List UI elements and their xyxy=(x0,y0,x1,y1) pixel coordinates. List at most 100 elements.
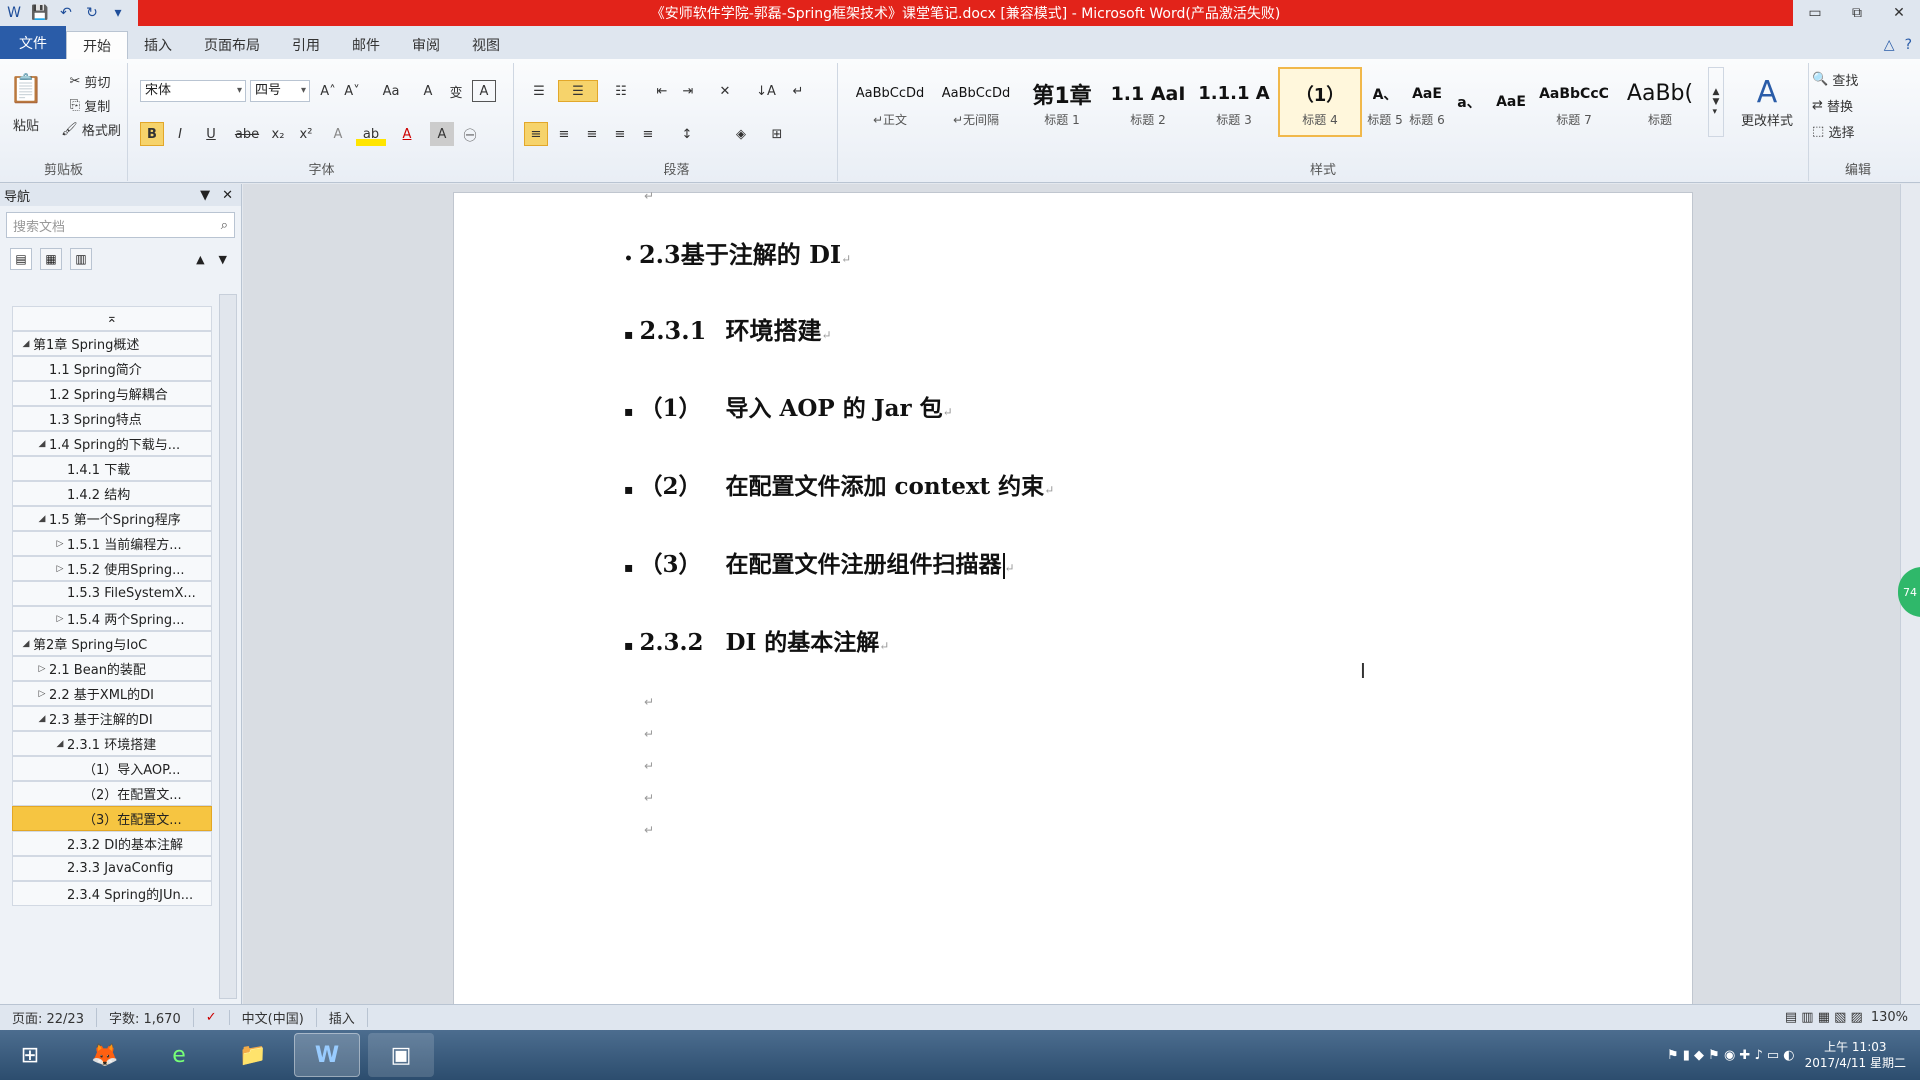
highlight-button[interactable]: ab xyxy=(356,122,386,146)
underline-button[interactable]: U xyxy=(196,122,226,146)
distribute-button[interactable]: ≡ xyxy=(636,122,660,146)
bullets-button[interactable]: ☰ xyxy=(524,80,554,102)
results-view-icon[interactable]: ▥ xyxy=(70,248,92,270)
save-icon[interactable]: 💾 xyxy=(30,3,50,23)
document-heading[interactable]: ▪ 2.3.1 环境搭建↵ xyxy=(624,311,832,346)
expand-icon[interactable]: ▷ xyxy=(35,689,49,699)
style-heading-4[interactable]: （1） 标题 4 xyxy=(1278,67,1362,137)
word-count[interactable]: 字数: 1,670 xyxy=(97,1008,194,1027)
nav-heading-item[interactable]: ◢ 1.4 Spring的下载与... xyxy=(12,431,212,456)
headings-view-icon[interactable]: ▤ xyxy=(10,248,32,270)
word-taskbar-icon[interactable]: W xyxy=(294,1033,360,1077)
style-heading-3[interactable]: 1.1.1 A 标题 3 xyxy=(1192,67,1276,137)
tray-icons[interactable]: ⚑ ▮ ◆ ⚑ ◉ ✚ ♪ ▭ ◐ xyxy=(1667,1048,1795,1063)
find-button[interactable]: 🔍 查找 xyxy=(1812,69,1902,89)
nav-heading-item[interactable]: （3）在配置文... xyxy=(12,806,212,831)
paste-icon[interactable]: 📋 xyxy=(6,69,46,107)
qat-more-icon[interactable]: ▾ xyxy=(108,3,128,23)
document-heading[interactable]: • 2.3基于注解的 DI↵ xyxy=(624,235,851,270)
nav-heading-item[interactable]: ◢ 1.5 第一个Spring程序 xyxy=(12,506,212,531)
start-button[interactable]: ⊞ xyxy=(2,1033,58,1077)
document-heading[interactable]: ▪ （1） 导入 AOP 的 Jar 包↵ xyxy=(624,389,953,423)
style-heading-5[interactable]: A、 标题 5 xyxy=(1364,67,1406,137)
grow-font-button[interactable]: A˄ xyxy=(316,80,340,102)
nav-heading-item[interactable]: ◢ 2.3 基于注解的DI xyxy=(12,706,212,731)
text-effects-button[interactable]: A xyxy=(326,122,350,146)
nav-heading-item[interactable]: 1.4.1 下载 xyxy=(12,456,212,481)
enclose-characters-button[interactable]: ㊀ xyxy=(458,122,482,146)
document-page[interactable]: ↵ • 2.3基于注解的 DI↵ ▪ 2.3.1 环境搭建↵ ▪ （1） 导入 AOP 的 Ja… xyxy=(453,189,1693,1004)
borders-button[interactable]: ⊞ xyxy=(762,122,792,146)
collapse-ribbon-icon[interactable]: △ xyxy=(1884,37,1895,53)
chinese-layout-button[interactable]: ✕ xyxy=(710,80,740,102)
tab-review[interactable]: 审阅 xyxy=(396,31,456,59)
italic-button[interactable]: I xyxy=(168,122,192,146)
document-heading[interactable]: ▪ （2） 在配置文件添加 context 约束↵ xyxy=(624,467,1054,501)
font-color-button[interactable]: A xyxy=(392,122,422,146)
bold-button[interactable]: B xyxy=(140,122,164,146)
nav-heading-item[interactable]: 1.2 Spring与解耦合 xyxy=(12,381,212,406)
nav-heading-item[interactable]: ◢ 第1章 Spring概述 xyxy=(12,331,212,356)
style-heading-7[interactable]: AaBbCcC 标题 7 xyxy=(1532,67,1616,137)
style-heading-1[interactable]: 第1章 标题 1 xyxy=(1020,67,1104,137)
style-aae[interactable]: AaE xyxy=(1490,67,1532,137)
collapse-icon[interactable]: ◢ xyxy=(19,639,33,649)
show-marks-button[interactable]: ↵ xyxy=(786,80,810,102)
nav-heading-item[interactable]: ⌅ xyxy=(12,306,212,331)
nav-dropdown-icon[interactable]: ▼ xyxy=(200,188,210,203)
styles-scroll[interactable]: ▲ ▼ ▾ xyxy=(1708,67,1724,137)
superscript-button[interactable]: x² xyxy=(294,122,318,146)
proofing-icon[interactable]: ✓ xyxy=(194,1010,230,1025)
nav-heading-item[interactable]: 1.5.3 FileSystemX... xyxy=(12,581,212,606)
language-indicator[interactable]: 中文(中国) xyxy=(230,1008,317,1027)
view-buttons[interactable]: ▤ ▥ ▦ ▧ ▨ xyxy=(1785,1010,1863,1025)
document-heading[interactable]: ▪ 2.3.2 DI 的基本注解↵ xyxy=(624,623,889,657)
nav-heading-item[interactable]: 2.3.4 Spring的JUn... xyxy=(12,881,212,906)
tab-file[interactable]: 文件 xyxy=(0,26,66,59)
explorer-app-icon[interactable]: 📁 xyxy=(220,1033,286,1077)
font-size-select[interactable]: 四号 xyxy=(250,80,310,102)
style-no-spacing[interactable]: AaBbCcDd ↵无间隔 xyxy=(934,67,1018,137)
collapse-icon[interactable]: ◢ xyxy=(35,439,49,449)
expand-icon[interactable]: ▷ xyxy=(35,664,49,674)
style-title[interactable]: AaBb(标题 xyxy=(1618,67,1702,137)
nav-heading-item[interactable]: 1.3 Spring特点 xyxy=(12,406,212,431)
line-spacing-button[interactable]: ↕ xyxy=(672,122,702,146)
nav-heading-item[interactable]: ▷ 1.5.2 使用Spring... xyxy=(12,556,212,581)
nav-heading-item[interactable]: （2）在配置文... xyxy=(12,781,212,806)
nav-heading-item[interactable]: ▷ 1.5.4 两个Spring... xyxy=(12,606,212,631)
pages-view-icon[interactable]: ▦ xyxy=(40,248,62,270)
recorder-app-icon[interactable]: ▣ xyxy=(368,1033,434,1077)
style-heading-2[interactable]: 1.1 AaI 标题 2 xyxy=(1106,67,1190,137)
clock[interactable]: 上午 11:03 2017/4/11 星期二 xyxy=(1805,1039,1906,1071)
change-case-button[interactable]: Aa xyxy=(376,80,406,102)
nav-heading-item[interactable]: 1.4.2 结构 xyxy=(12,481,212,506)
collapse-icon[interactable]: ◢ xyxy=(35,714,49,724)
restore-icon[interactable]: ⧉ xyxy=(1836,0,1878,26)
change-styles-button[interactable]: A 更改样式 xyxy=(1730,67,1804,137)
tab-references[interactable]: 引用 xyxy=(276,31,336,59)
redo-icon[interactable]: ↻ xyxy=(82,3,102,23)
zoom-level[interactable]: 130% xyxy=(1871,1010,1908,1025)
decrease-indent-button[interactable]: ⇤ xyxy=(650,80,674,102)
paste-button[interactable]: 粘贴 xyxy=(4,115,48,134)
justify-button[interactable]: ≡ xyxy=(608,122,632,146)
close-icon[interactable]: ✕ xyxy=(1878,0,1920,26)
pinyin-guide-button[interactable]: 变 xyxy=(444,80,468,102)
style-heading-6[interactable]: a、 xyxy=(1448,67,1490,137)
collapse-icon[interactable]: ◢ xyxy=(35,514,49,524)
tab-home[interactable]: 开始 xyxy=(66,31,128,59)
minimize-icon[interactable]: ▭ xyxy=(1794,0,1836,26)
multilevel-list-button[interactable]: ☷ xyxy=(604,80,638,102)
character-shading-button[interactable]: A xyxy=(430,122,454,146)
sort-button[interactable]: ↓A xyxy=(754,80,778,102)
expand-icon[interactable]: ▷ xyxy=(53,564,67,574)
insert-mode[interactable]: 插入 xyxy=(317,1008,368,1027)
strikethrough-button[interactable]: abe xyxy=(232,122,262,146)
style-normal[interactable]: AaBbCcDd ↵正文 xyxy=(848,67,932,137)
replace-button[interactable]: ⇄ 替换 xyxy=(1812,95,1902,115)
nav-heading-item[interactable]: ◢ 2.3.1 环境搭建 xyxy=(12,731,212,756)
expand-icon[interactable]: ▷ xyxy=(53,539,67,549)
cut-button[interactable]: ✂ 剪切 xyxy=(56,71,124,91)
nav-heading-item[interactable]: （1）导入AOP... xyxy=(12,756,212,781)
